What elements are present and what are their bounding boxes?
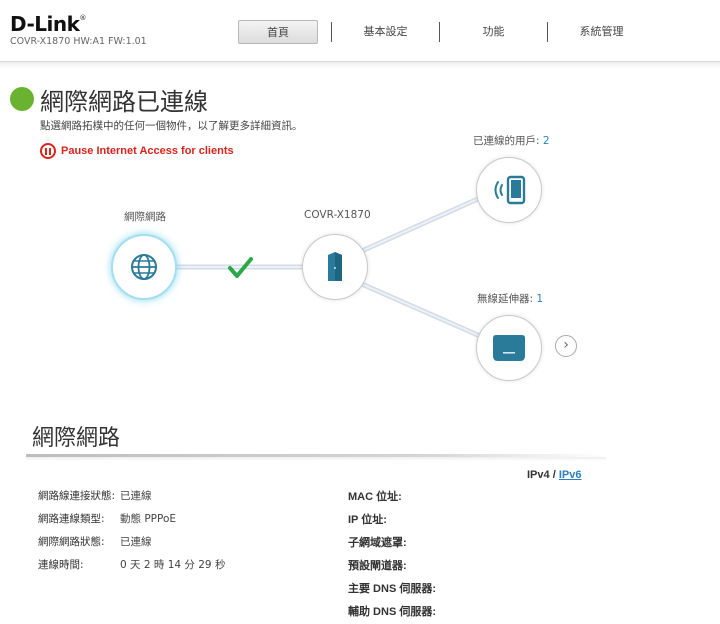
internet-node[interactable] [111, 234, 177, 300]
globe-icon [131, 254, 157, 280]
connection-type-value: 動態 PPPoE [120, 513, 177, 525]
extender-icon [493, 335, 525, 361]
connection-type-key: 網路連線類型: [38, 513, 105, 525]
internet-status-row: 網際網路狀態: [38, 534, 105, 549]
network-topology [174, 195, 483, 339]
next-page-button[interactable]: › [555, 335, 577, 357]
clients-node-label: 已連線的用戶: 2 [473, 135, 550, 147]
cable-status-key: 網路線連接狀態: [38, 490, 116, 502]
connection-time-key: 連線時間: [38, 559, 84, 571]
section-title: 網際網路 [32, 426, 121, 451]
primary-dns-key: 主要 DNS 伺服器: [348, 583, 436, 595]
router-node[interactable] [302, 234, 368, 300]
cable-status-row: 網路線連接狀態: [38, 488, 115, 503]
chevron-right-icon: › [563, 337, 569, 353]
section-divider-shadow [26, 457, 606, 461]
secondary-dns-key: 輔助 DNS 伺服器: [348, 606, 436, 618]
default-gateway-key: 預設閘道器: [348, 560, 407, 572]
internet-status-key: 網際網路狀態: [38, 536, 105, 548]
subnet-mask-key: 子網域遮罩: [348, 537, 407, 549]
mac-address-key: MAC 位址: [348, 491, 402, 503]
internet-status-value: 已連線 [120, 536, 152, 548]
internet-node-label: 網際網路 [124, 211, 166, 223]
clients-count: 2 [542, 135, 550, 147]
clients-node[interactable] [476, 157, 542, 223]
wireless-device-icon [494, 175, 526, 205]
connection-type-row: 網路連線類型: [38, 511, 105, 526]
ipv6-link[interactable]: IPv6 [559, 469, 582, 481]
ipv4-tab[interactable]: IPv4 [527, 469, 550, 481]
extenders-count: 1 [536, 293, 544, 305]
ip-version-switch: IPv4 / IPv6 [527, 469, 581, 481]
router-icon [328, 252, 342, 281]
connection-time-value: 0 天 2 時 14 分 29 秒 [120, 559, 226, 571]
cable-status-value: 已連線 [120, 490, 152, 502]
ip-address-key: IP 位址: [348, 514, 387, 526]
extender-node-label: 無線延伸器: 1 [477, 293, 544, 305]
connection-time-row: 連線時間: [38, 557, 84, 572]
router-node-label: COVR-X1870 [304, 209, 371, 221]
ip-version-separator: / [552, 469, 556, 481]
extender-node[interactable] [476, 315, 542, 381]
